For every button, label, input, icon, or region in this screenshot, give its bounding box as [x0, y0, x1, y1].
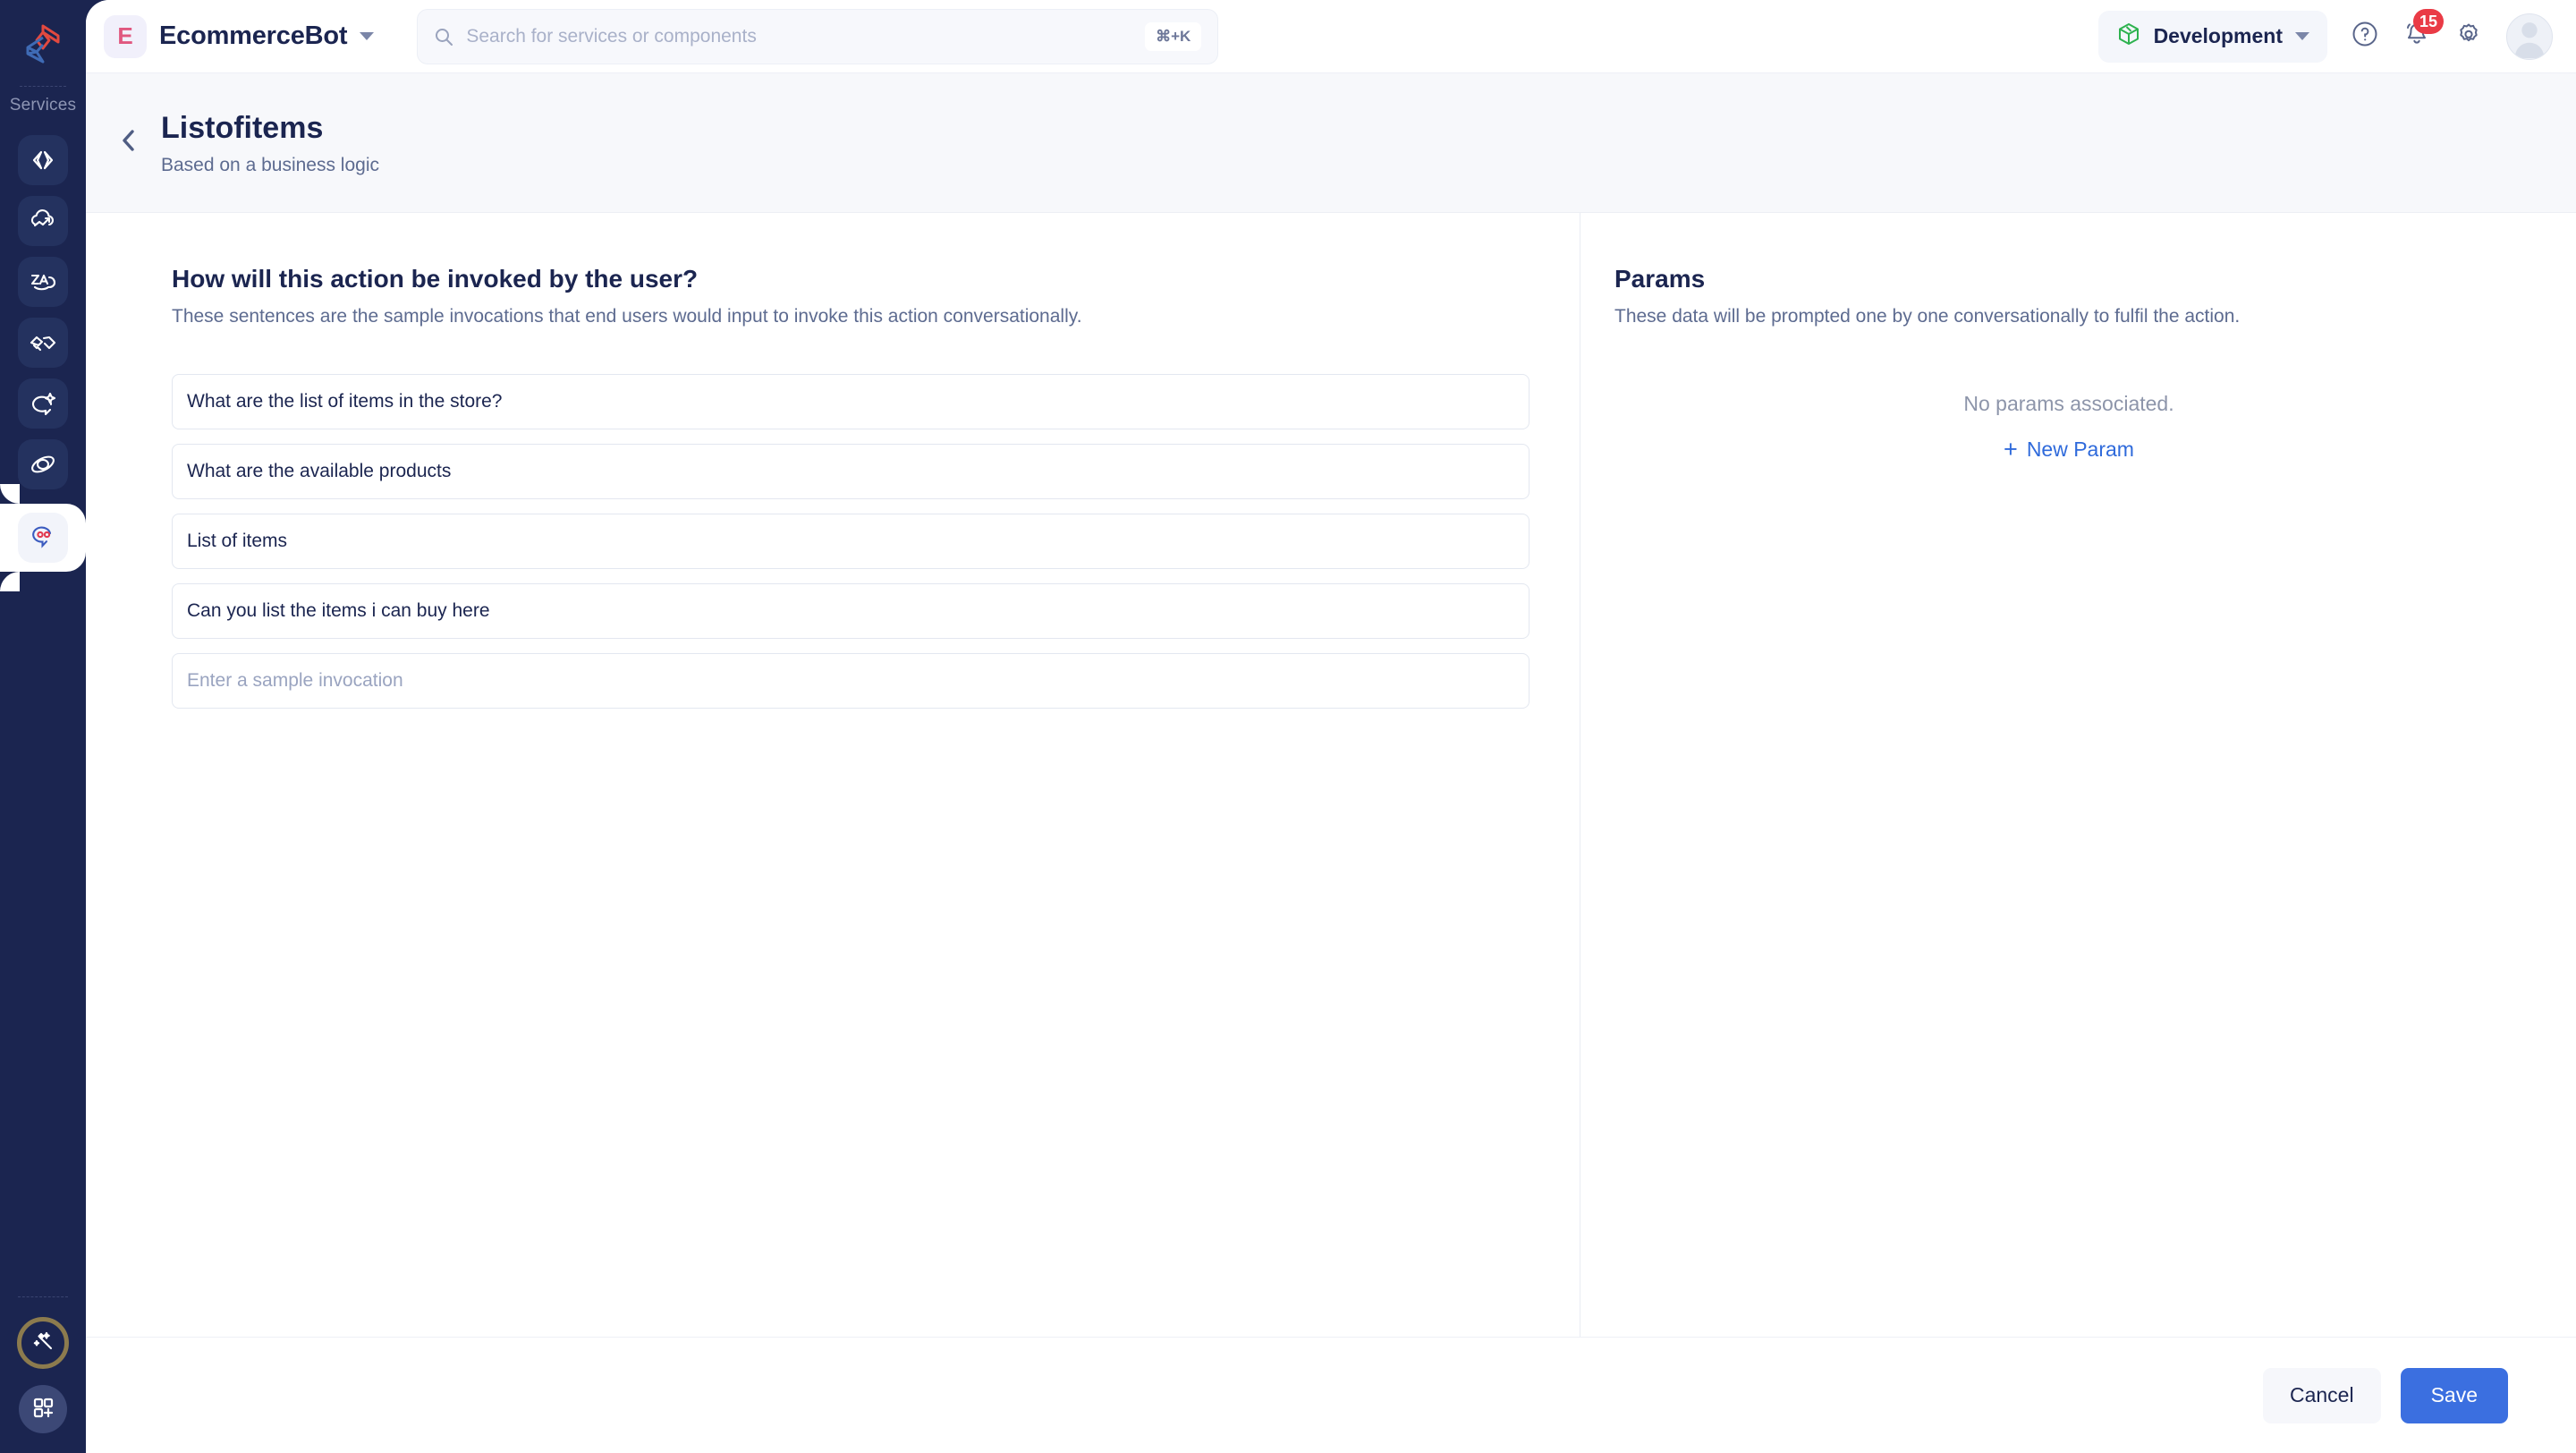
- cancel-button[interactable]: Cancel: [2262, 1367, 2381, 1423]
- sidebar-item-translate[interactable]: [18, 257, 68, 307]
- new-invocation-input[interactable]: [172, 653, 1530, 709]
- new-param-label: New Param: [2026, 438, 2134, 461]
- new-param-button[interactable]: + New Param: [2004, 438, 2134, 462]
- params-empty-text: No params associated.: [1963, 392, 2174, 415]
- params-title: Params: [1614, 265, 1706, 293]
- top-bar-actions: Development 15: [2097, 9, 2553, 63]
- invocation-input[interactable]: [172, 514, 1530, 569]
- settings-button[interactable]: [2454, 20, 2483, 53]
- sidebar-item-code[interactable]: [18, 135, 68, 185]
- translate-icon: [28, 267, 58, 297]
- sidebar-item-cloud[interactable]: [18, 196, 68, 246]
- environment-selector[interactable]: Development: [2097, 10, 2327, 63]
- invocation-input[interactable]: [172, 583, 1530, 639]
- footer-actions: Cancel Save: [86, 1337, 2576, 1453]
- chat-face-icon: [28, 521, 58, 556]
- params-empty-state: No params associated. + New Param: [1614, 392, 2523, 462]
- sidebar-items: [0, 135, 86, 489]
- gear-icon: [2454, 20, 2483, 53]
- sidebar-item-bot-button[interactable]: [18, 513, 68, 563]
- top-bar: E EcommerceBot ⌘+K: [86, 0, 2576, 73]
- cube-icon: [2116, 21, 2141, 51]
- left-sidebar: Services: [0, 0, 86, 1453]
- params-description: These data will be prompted one by one c…: [1614, 306, 2241, 327]
- sidebar-bottom: [0, 1296, 86, 1453]
- help-button[interactable]: [2351, 20, 2379, 53]
- user-avatar-icon: [2514, 21, 2545, 58]
- invocations-panel: How will this action be invoked by the u…: [86, 213, 1580, 1337]
- orbit-icon: [28, 449, 58, 480]
- plus-icon: +: [2004, 436, 2018, 463]
- sidebar-divider: [20, 86, 66, 87]
- cloud-upload-icon: [28, 206, 58, 236]
- page-subtitle: Based on a business logic: [161, 154, 379, 175]
- avatar[interactable]: [2506, 13, 2553, 60]
- sidebar-item-ai-chat[interactable]: [18, 378, 68, 429]
- notifications-button[interactable]: 15: [2402, 9, 2444, 53]
- invocations-title: How will this action be invoked by the u…: [172, 265, 699, 293]
- back-button[interactable]: [102, 127, 156, 158]
- notification-badge: 15: [2412, 9, 2444, 34]
- invocation-input[interactable]: [172, 374, 1530, 429]
- tab-curve-top: [0, 484, 20, 504]
- search-shortcut-badge: ⌘+K: [1145, 21, 1202, 51]
- app-root: Services E EcommerceBot Search for servi…: [0, 0, 2576, 1453]
- apps-grid-plus-icon: [30, 1395, 55, 1424]
- search-bar[interactable]: ⌘+K: [417, 8, 1219, 64]
- help-circle-icon: [2351, 20, 2379, 53]
- chevron-down-icon: [2295, 32, 2309, 40]
- magic-wand-icon: [30, 1328, 56, 1359]
- sidebar-bottom-divider: [18, 1296, 68, 1297]
- chat-sparkle-icon: [28, 388, 58, 419]
- apps-grid-button[interactable]: [19, 1385, 67, 1433]
- tab-curve-bottom: [0, 572, 20, 591]
- chevron-left-icon: [117, 127, 140, 158]
- sidebar-item-orbit[interactable]: [18, 439, 68, 489]
- code-brackets-icon: [29, 146, 57, 174]
- save-button[interactable]: Save: [2400, 1367, 2508, 1423]
- invocation-list: [172, 374, 1580, 709]
- app-logo-icon: [26, 24, 60, 64]
- page-header: Listofitems Based on a business logic: [86, 73, 2576, 213]
- environment-name: Development: [2153, 24, 2283, 47]
- sidebar-section-label: Services: [9, 96, 77, 115]
- bot-selector[interactable]: E EcommerceBot: [104, 14, 375, 58]
- params-panel: Params These data will be prompted one b…: [1580, 213, 2576, 1337]
- magic-wand-button[interactable]: [17, 1317, 69, 1369]
- app-logo[interactable]: [0, 0, 86, 86]
- sidebar-item-bot[interactable]: [0, 484, 86, 591]
- invocations-description: These sentences are the sample invocatio…: [172, 306, 1082, 327]
- handshake-icon: [28, 327, 58, 358]
- page-header-text: Listofitems Based on a business logic: [161, 109, 379, 176]
- bot-initial-avatar: E: [104, 14, 147, 58]
- bot-name: EcommerceBot: [159, 21, 348, 50]
- main-content: How will this action be invoked by the u…: [86, 213, 2576, 1337]
- content-shell: E EcommerceBot ⌘+K: [86, 0, 2576, 1453]
- search-icon: [434, 27, 453, 47]
- search-input[interactable]: [466, 25, 1146, 47]
- invocation-input[interactable]: [172, 444, 1530, 499]
- chevron-down-icon: [360, 32, 375, 40]
- page-title: Listofitems: [161, 111, 324, 146]
- sidebar-item-integrations[interactable]: [18, 318, 68, 368]
